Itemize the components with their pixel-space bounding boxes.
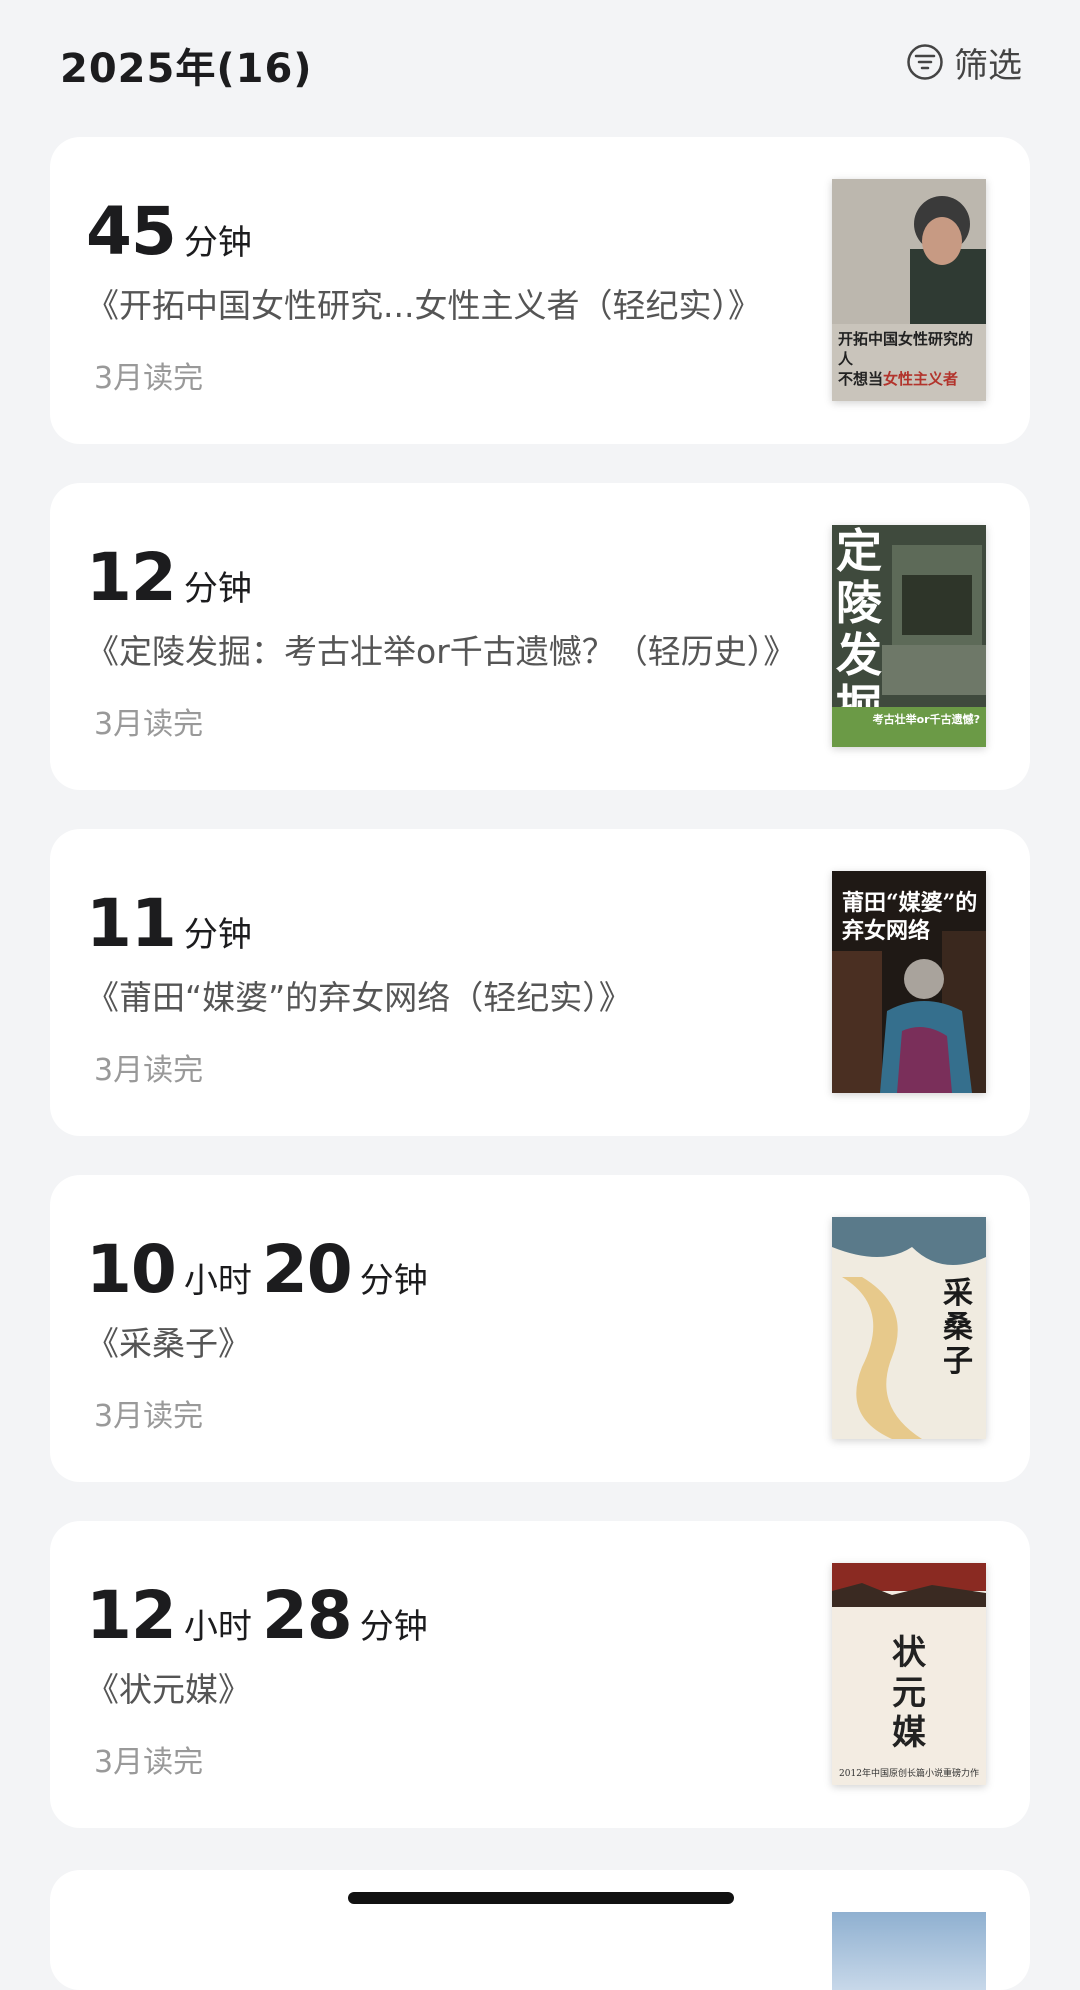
book-card[interactable]: 11 分钟 《莆田“媒婆”的弃女网络（轻纪实）》 3月读完 莆田“媒婆”的弃女网… xyxy=(50,829,1030,1136)
read-status: 3月读完 xyxy=(94,1745,204,1780)
cover-title: 定陵发掘 xyxy=(836,525,882,733)
reading-duration: 12 小时 28 分钟 xyxy=(86,1577,438,1654)
duration-unit: 分钟 xyxy=(359,1607,428,1647)
book-cover[interactable]: 状元媒 2012年中国原创长篇小说重磅力作 xyxy=(832,1563,986,1785)
reading-duration: 45 分钟 xyxy=(86,193,262,270)
reading-duration: 12 分钟 xyxy=(86,539,262,616)
cover-title: 状元媒 xyxy=(892,1633,926,1753)
read-status: 3月读完 xyxy=(94,361,204,396)
duration-unit: 小时 xyxy=(183,1607,252,1647)
duration-number: 20 xyxy=(261,1231,353,1308)
book-card[interactable]: 45 分钟 《开拓中国女性研究...女性主义者（轻纪实）》 3月读完 开拓中国女… xyxy=(50,137,1030,444)
filter-icon xyxy=(907,44,943,80)
cover-footer-text: 2012年中国原创长篇小说重磅力作 xyxy=(839,1769,979,1779)
duration-unit: 分钟 xyxy=(359,1261,428,1301)
book-card[interactable]: 12 小时 28 分钟 《状元媒》 3月读完 状元媒 2012年中国原创长篇小说… xyxy=(50,1521,1030,1828)
book-cover[interactable]: 定陵发掘 考古壮举or千古遗憾? xyxy=(832,525,986,747)
filter-button[interactable]: 筛选 xyxy=(906,38,1022,86)
book-title: 《莆田“媒婆”的弃女网络（轻纪实）》 xyxy=(86,978,632,1017)
book-card-partial[interactable] xyxy=(50,1870,1030,1990)
book-title: 《定陵发掘：考古壮举or千古遗憾？（轻历史）》 xyxy=(86,632,797,671)
duration-number: 11 xyxy=(86,885,177,962)
home-indicator[interactable] xyxy=(348,1892,734,1904)
cover-subtitle: 考古壮举or千古遗憾? xyxy=(832,707,986,747)
duration-number: 28 xyxy=(261,1577,353,1654)
book-title: 《开拓中国女性研究...女性主义者（轻纪实）》 xyxy=(86,286,761,325)
book-card[interactable]: 10 小时 20 分钟 《采桑子》 3月读完 采桑子 xyxy=(50,1175,1030,1482)
duration-unit: 分钟 xyxy=(183,915,252,955)
book-cover[interactable]: 采桑子 xyxy=(832,1217,986,1439)
filter-label: 筛选 xyxy=(954,45,1022,86)
header: 2025年(16) 筛选 xyxy=(0,0,1080,120)
book-cover[interactable]: 莆田“媒婆”的弃女网络 xyxy=(832,871,986,1093)
year-title: 2025年(16) xyxy=(60,46,313,92)
book-title: 《状元媒》 xyxy=(86,1670,251,1709)
book-cover[interactable]: 开拓中国女性研究的人 不想当女性主义者 xyxy=(832,179,986,401)
book-title: 《采桑子》 xyxy=(86,1324,251,1363)
duration-number: 10 xyxy=(86,1231,177,1308)
duration-unit: 分钟 xyxy=(183,569,252,609)
cover-title: 莆田“媒婆”的弃女网络 xyxy=(842,890,978,944)
read-status: 3月读完 xyxy=(94,1399,204,1434)
reading-duration: 10 小时 20 分钟 xyxy=(86,1231,438,1308)
cover-title: 采桑子 xyxy=(943,1276,973,1379)
read-status: 3月读完 xyxy=(94,707,204,742)
book-card[interactable]: 12 分钟 《定陵发掘：考古壮举or千古遗憾？（轻历史）》 3月读完 定陵发掘 … xyxy=(50,483,1030,790)
read-status: 3月读完 xyxy=(94,1053,204,1088)
cover-title: 开拓中国女性研究的人 不想当女性主义者 xyxy=(838,330,974,388)
book-list: 45 分钟 《开拓中国女性研究...女性主义者（轻纪实）》 3月读完 开拓中国女… xyxy=(50,137,1030,1867)
duration-unit: 小时 xyxy=(183,1261,252,1301)
duration-number: 45 xyxy=(86,193,177,270)
duration-unit: 分钟 xyxy=(183,223,252,263)
duration-number: 12 xyxy=(86,1577,177,1654)
reading-duration: 11 分钟 xyxy=(86,885,262,962)
duration-number: 12 xyxy=(86,539,177,616)
book-cover[interactable] xyxy=(832,1912,986,1990)
